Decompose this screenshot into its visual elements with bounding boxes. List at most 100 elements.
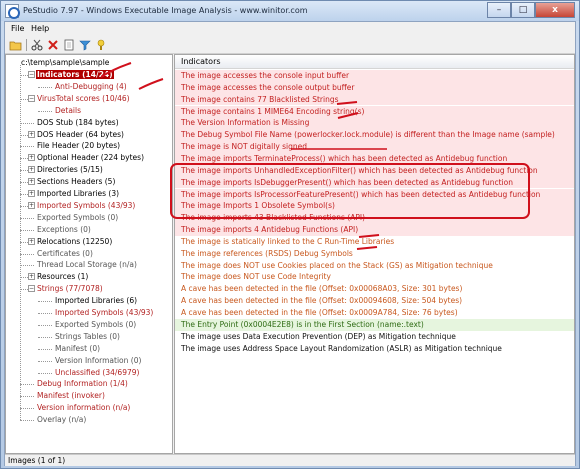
indicator-row[interactable]: The image does NOT use Cookies placed on…	[175, 259, 574, 272]
indicator-row[interactable]: The image is NOT digitally signed	[175, 141, 574, 153]
tree-item[interactable]: DOS Stub (184 bytes)	[36, 117, 120, 129]
indicator-row[interactable]: The Version Information is Missing	[175, 117, 574, 130]
indicator-row[interactable]: The image contains 1 MIME64 Encoding str…	[175, 105, 574, 118]
tree-expander[interactable]: +	[28, 237, 35, 245]
tree-item[interactable]: Manifest (0)	[54, 343, 101, 355]
indicator-row[interactable]: The image accesses the console output bu…	[175, 81, 574, 94]
tree-connector	[38, 301, 52, 303]
tree-item[interactable]: Certificates (0)	[36, 248, 94, 260]
indicator-row[interactable]: The image imports UnhandledExceptionFilt…	[175, 164, 574, 177]
tree-item[interactable]: Optional Header (224 bytes)	[36, 152, 145, 164]
tree-item[interactable]: File Header (20 bytes)	[36, 140, 121, 152]
delete-icon[interactable]	[46, 38, 60, 52]
title-bar[interactable]: PeStudio 7.97 - Windows Executable Image…	[1, 1, 579, 21]
tree-view[interactable]: c:\temp\sample\sample − Indicators (14/24…	[5, 54, 173, 454]
tree-connector	[20, 146, 34, 148]
close-button[interactable]: x	[535, 2, 575, 18]
window-title: PeStudio 7.97 - Windows Executable Image…	[23, 6, 308, 15]
indicator-row[interactable]: The image Imports 1 Obsolete Symbol(s)	[175, 200, 574, 213]
indicator-row[interactable]: The image does NOT use Code Integrity	[175, 271, 574, 284]
indicator-row[interactable]: The image imports TerminateProcess() whi…	[175, 152, 574, 165]
tree-item[interactable]: Exported Symbols (0)	[54, 319, 137, 331]
tree-item[interactable]: Imported Libraries (3)	[36, 188, 120, 200]
tree-item[interactable]: Debug Information (1/4)	[36, 378, 129, 390]
tree-expander[interactable]: +	[28, 166, 35, 174]
client-area: File Help c:\temp\sample\sample − Indica…	[4, 21, 576, 466]
tree-item[interactable]: Exported Symbols (0)	[36, 212, 119, 224]
tree-expander[interactable]: −	[28, 285, 35, 293]
tree-expander[interactable]: +	[28, 154, 35, 162]
maximize-button[interactable]: □	[511, 2, 535, 18]
tree-expander[interactable]: +	[28, 178, 35, 186]
tree-item-label: Directories (5/15)	[37, 165, 103, 175]
indicator-row[interactable]: The image is statically linked to the C …	[175, 235, 574, 248]
indicator-row[interactable]: A cave has been detected in the file (Of…	[175, 295, 574, 307]
tree-connector	[20, 396, 34, 398]
tree-item[interactable]: Sections Headers (5)	[36, 176, 116, 188]
tree-item[interactable]: Resources (1)	[36, 271, 89, 283]
indicator-row[interactable]: The image uses Data Execution Prevention…	[175, 330, 574, 343]
folder-open-icon[interactable]	[9, 38, 23, 52]
indicator-row[interactable]: A cave has been detected in the file (Of…	[175, 283, 574, 296]
tree-item[interactable]: Relocations (12250)	[36, 236, 113, 248]
indicator-row[interactable]: The Entry Point (0x0004E2E8) is in the F…	[175, 318, 574, 331]
tree-item[interactable]: Strings (77/7078)	[36, 283, 104, 295]
indicators-list[interactable]: Indicators The image accesses the consol…	[174, 54, 575, 454]
tree-item[interactable]: Thread Local Storage (n/a)	[36, 259, 138, 271]
indicator-row[interactable]: The image imports IsDebuggerPresent() wh…	[175, 176, 574, 189]
filter-icon[interactable]	[78, 38, 92, 52]
tree-item[interactable]: Imported Symbols (43/93)	[54, 307, 154, 319]
tree-root[interactable]: c:\temp\sample\sample	[20, 57, 110, 69]
list-header-indicators[interactable]: Indicators	[175, 55, 574, 69]
tree-connector	[20, 408, 34, 410]
tree-item[interactable]: Anti-Debugging (4)	[54, 81, 128, 93]
tree-expander[interactable]: +	[28, 273, 35, 281]
menu-file[interactable]: File	[11, 24, 24, 33]
tree-expander[interactable]: +	[28, 201, 35, 209]
tree-item[interactable]: Imported Symbols (43/93)	[36, 200, 136, 212]
tree-connector	[20, 384, 34, 386]
indicator-row[interactable]: The image contains 77 Blacklisted String…	[175, 93, 574, 106]
tree-item[interactable]: Unclassified (34/6979)	[54, 367, 140, 379]
tree-item-label: Version information (n/a)	[37, 403, 131, 413]
indicator-row[interactable]: The image accesses the console input buf…	[175, 70, 574, 82]
tree-item-label: Anti-Debugging (4)	[55, 81, 127, 91]
cut-icon[interactable]	[30, 38, 44, 52]
tree-expander[interactable]: +	[28, 130, 35, 138]
minimize-button[interactable]: –	[487, 2, 511, 18]
tree-connector	[38, 336, 52, 338]
tree-connector	[38, 110, 52, 112]
tree-item[interactable]: Indicators (14/24)	[36, 69, 114, 81]
tree-item[interactable]: Imported Libraries (6)	[54, 295, 138, 307]
tree-connector	[38, 348, 52, 350]
indicator-row[interactable]: The image uses Address Space Layout Rand…	[175, 342, 574, 355]
tree-item[interactable]: VirusTotal scores (10/46)	[36, 93, 131, 105]
tree-item[interactable]: Overlay (n/a)	[36, 414, 87, 426]
help-icon[interactable]	[94, 38, 108, 52]
indicator-row[interactable]: The image imports IsProcessorFeaturePres…	[175, 188, 574, 201]
indicator-row[interactable]: The image references (RSDS) Debug Symbol…	[175, 247, 574, 260]
tree-expander[interactable]: +	[28, 190, 35, 197]
tree-item[interactable]: Directories (5/15)	[36, 164, 104, 176]
tree-item[interactable]: DOS Header (64 bytes)	[36, 129, 125, 141]
tree-item[interactable]: Manifest (invoker)	[36, 390, 106, 402]
indicator-row[interactable]: The Debug Symbol File Name (powerlocker.…	[175, 129, 574, 142]
tree-item[interactable]: Strings Tables (0)	[54, 331, 121, 343]
document-icon[interactable]	[62, 38, 76, 52]
tree-item-label: Details	[55, 105, 82, 115]
tree-item[interactable]: Details	[54, 105, 82, 117]
tree-expander[interactable]: −	[28, 71, 35, 78]
tree-expander[interactable]: −	[28, 94, 35, 102]
tree-item-label: Resources (1)	[37, 272, 89, 282]
tree-item-label: Imported Libraries (3)	[37, 189, 120, 198]
tree-item[interactable]: Version information (n/a)	[36, 402, 131, 414]
indicator-row[interactable]: The image imports 43 Blacklisted Functio…	[175, 212, 574, 224]
menu-help[interactable]: Help	[31, 24, 49, 33]
tree-connector	[38, 86, 52, 88]
tree-item[interactable]: Version Information (0)	[54, 355, 142, 367]
indicator-row[interactable]: A cave has been detected in the file (Of…	[175, 307, 574, 319]
tree-item[interactable]: Exceptions (0)	[36, 224, 92, 236]
tree-connector	[20, 253, 34, 255]
indicator-row[interactable]: The image imports 4 Antidebug Functions …	[175, 224, 574, 236]
tree-item-label: Indicators (14/24)	[36, 70, 114, 79]
